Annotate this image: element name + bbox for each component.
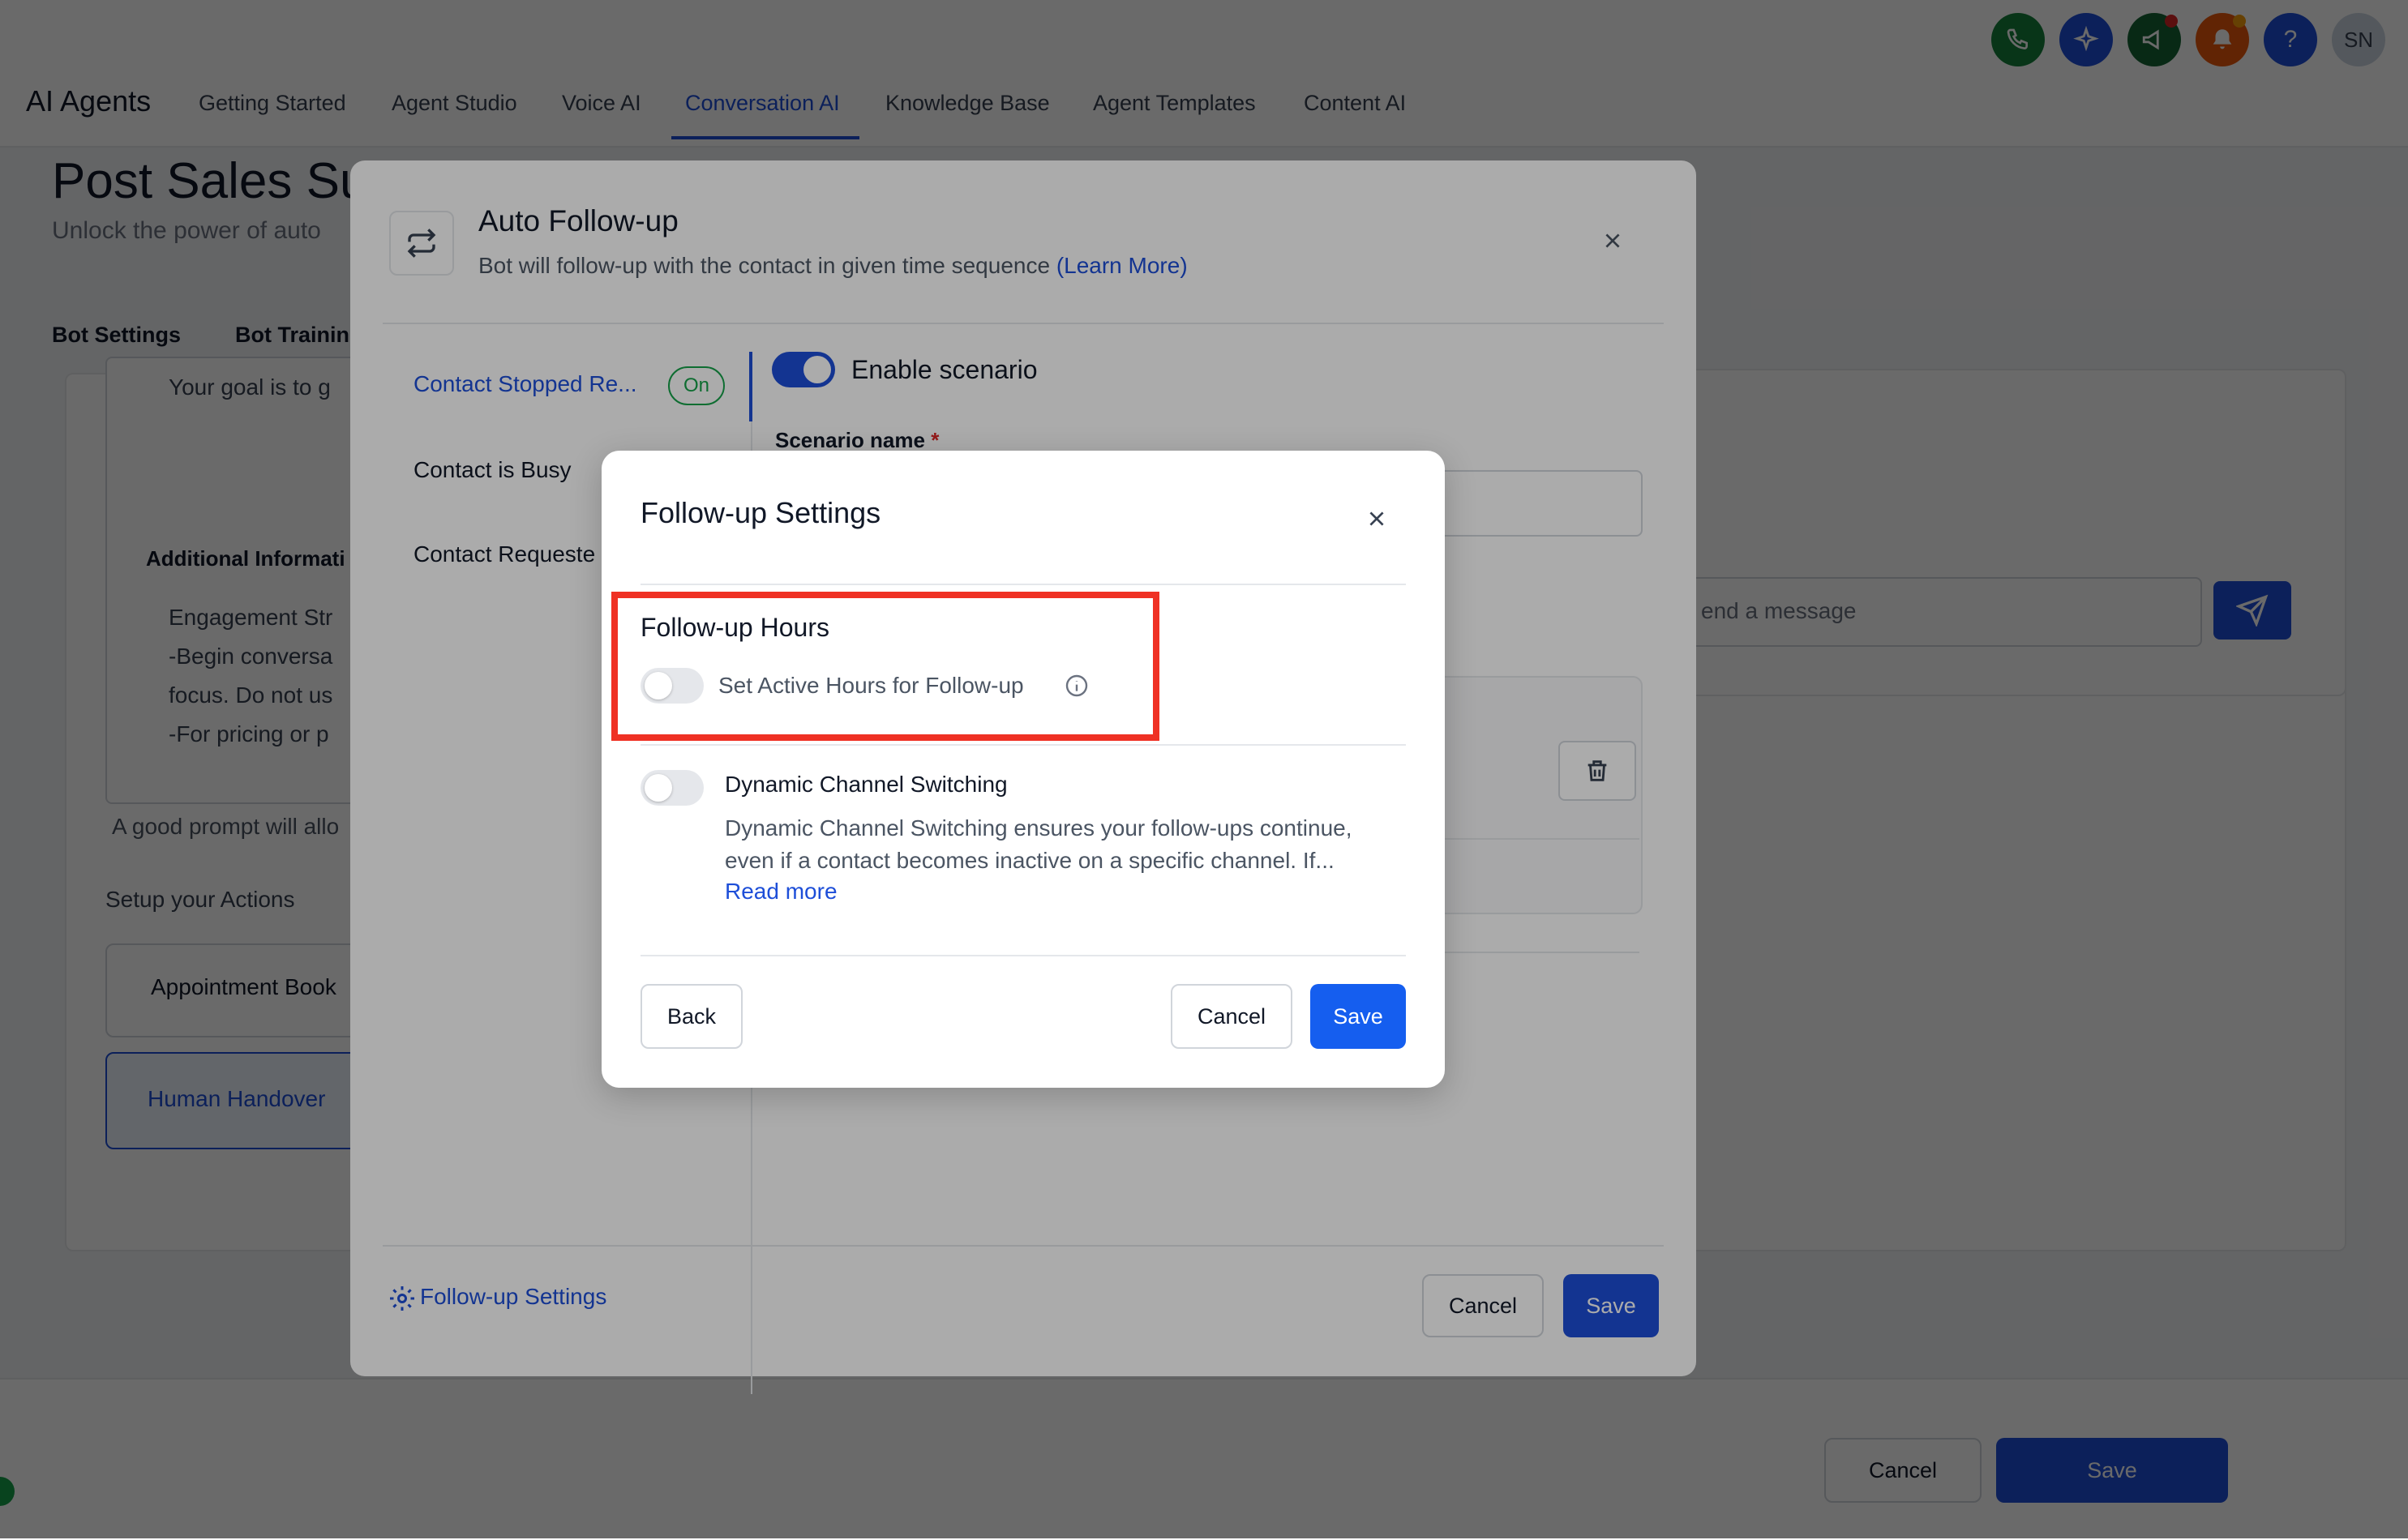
- cancel-button[interactable]: Cancel: [1171, 984, 1292, 1049]
- dynamic-switching-title: Dynamic Channel Switching: [725, 772, 1008, 797]
- close-button[interactable]: [1357, 499, 1396, 538]
- close-icon: [1366, 508, 1387, 529]
- back-button[interactable]: Back: [641, 984, 743, 1049]
- highlight-box: [611, 592, 1159, 741]
- dynamic-switching-description: Dynamic Channel Switching ensures your f…: [725, 815, 1352, 873]
- read-more-link[interactable]: Read more: [725, 879, 838, 905]
- divider: [641, 584, 1406, 585]
- divider: [641, 955, 1406, 956]
- dialog-title: Follow-up Settings: [641, 496, 881, 529]
- save-button[interactable]: Save: [1310, 984, 1406, 1049]
- dynamic-switching-toggle[interactable]: [641, 770, 704, 806]
- followup-settings-dialog: Follow-up Settings Follow-up Hours Set A…: [602, 451, 1445, 1088]
- divider: [641, 744, 1406, 746]
